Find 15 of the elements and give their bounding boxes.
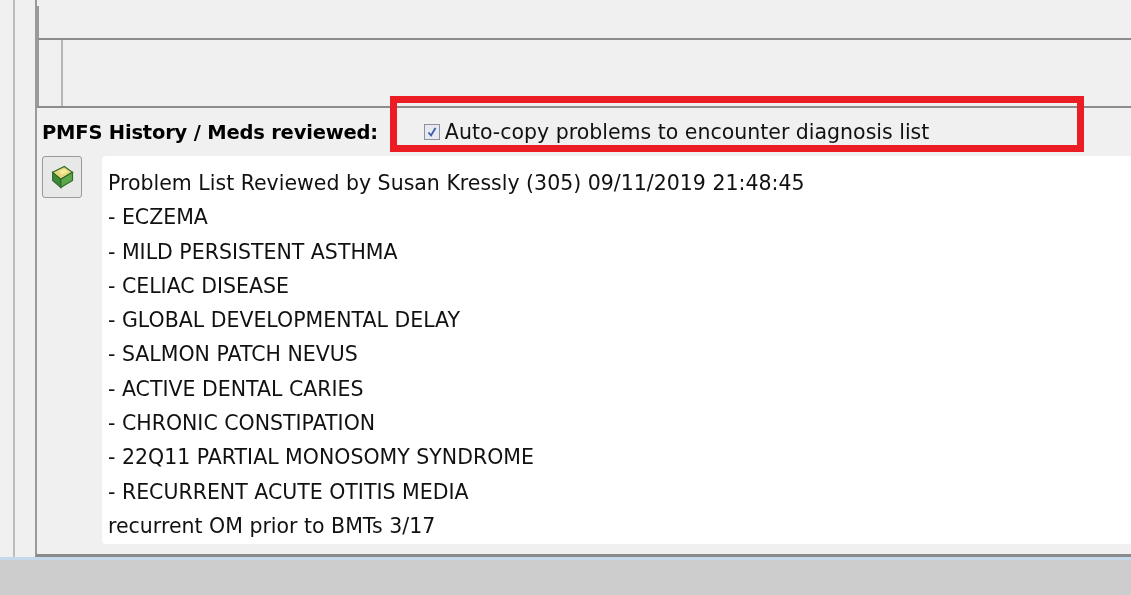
note-line: recurrent OM prior to BMTs 3/17 xyxy=(108,512,437,540)
note-line: - 22Q11 PARTIAL MONOSOMY SYNDROME xyxy=(108,444,535,472)
note-line: - CELIAC DISEASE xyxy=(108,272,290,300)
note-line: Problem List Reviewed by Susan Kressly (305) 09/11/2019 21:48:45 xyxy=(108,170,806,197)
section-label: PMFS History / Meds reviewed: xyxy=(42,120,378,144)
note-line: - GLOBAL DEVELOPMENTAL DELAY xyxy=(108,307,461,335)
book-button[interactable] xyxy=(42,156,82,198)
note-line: - SALMON PATCH NEVUS xyxy=(108,341,359,369)
note-line: - RECURRENT ACUTE OTITIS MEDIA xyxy=(108,478,470,506)
note-line: - ACTIVE DENTAL CARIES xyxy=(108,375,365,403)
note-line: - ECZEMA xyxy=(108,204,209,232)
note-line: - CHRONIC CONSTIPATION xyxy=(108,410,377,438)
checkbox[interactable] xyxy=(423,124,440,140)
checkbox-label[interactable]: Auto-copy problems to encounter diagnosis list xyxy=(444,120,930,144)
note-line: - MILD PERSISTENT ASTHMA xyxy=(108,238,399,266)
